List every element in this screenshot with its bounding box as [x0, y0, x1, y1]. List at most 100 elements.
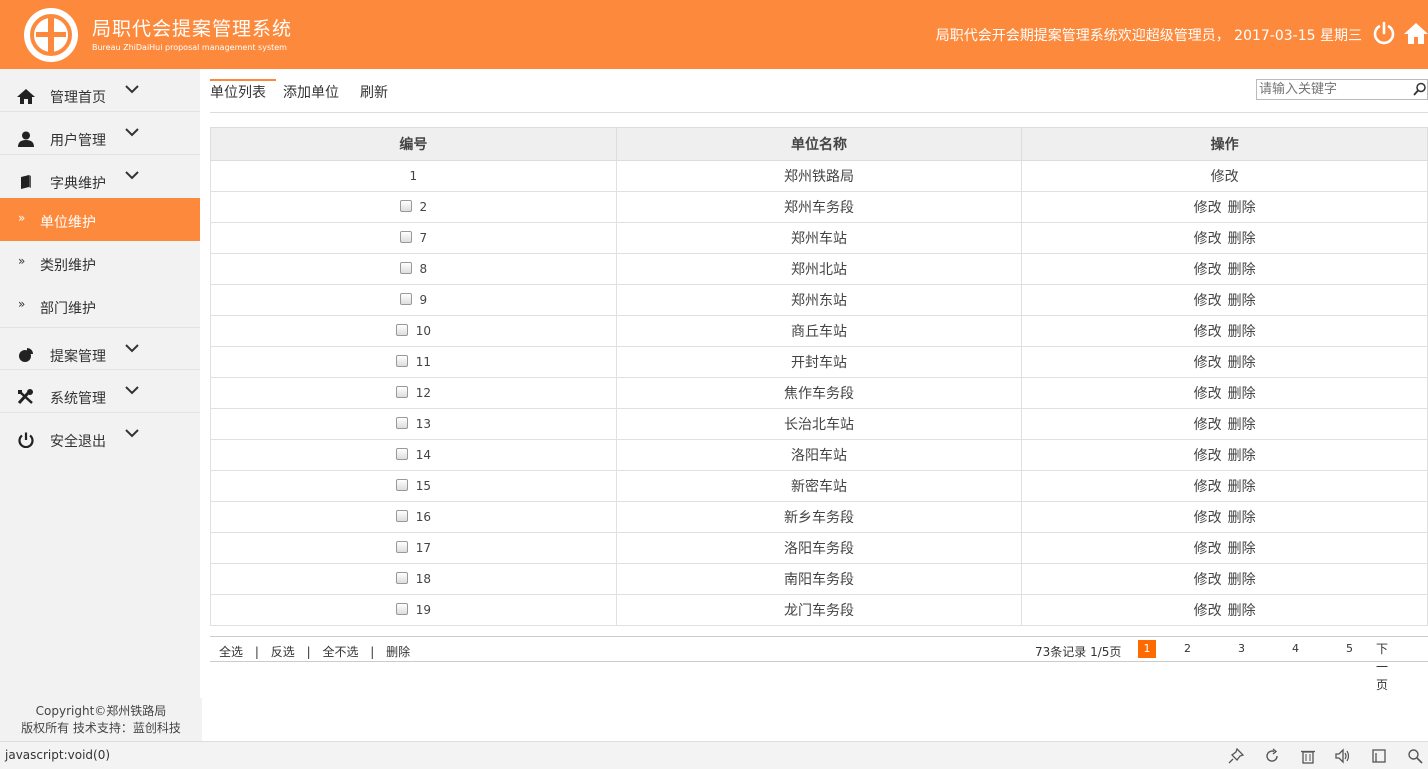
cell-unit-name: 洛阳车务段 [615, 532, 1023, 564]
delete-link[interactable]: 删除 [1228, 510, 1256, 526]
bulk-delete-link[interactable]: 删除 [386, 645, 410, 659]
delete-link[interactable]: 删除 [1228, 355, 1256, 371]
delete-link[interactable]: 删除 [1228, 417, 1256, 433]
edit-link[interactable]: 修改 [1194, 200, 1222, 216]
edit-link[interactable]: 修改 [1194, 262, 1222, 278]
row-checkbox[interactable] [395, 541, 408, 553]
search-input[interactable] [1257, 80, 1407, 99]
cell-id: 13 [210, 408, 617, 440]
delete-link[interactable]: 删除 [1228, 479, 1256, 495]
window-icon[interactable] [1371, 748, 1387, 764]
row-checkbox[interactable] [395, 603, 408, 615]
row-checkbox[interactable] [395, 572, 408, 584]
page-1-button[interactable]: 1 [1138, 640, 1156, 658]
table-row: 1 郑州铁路局 修改 [210, 160, 1428, 192]
search-icon[interactable] [1413, 82, 1427, 96]
edit-link[interactable]: 修改 [1194, 603, 1222, 619]
separator: | [254, 645, 259, 659]
status-bar: javascript:void(0) [0, 741, 1428, 769]
delete-link[interactable]: 删除 [1228, 603, 1256, 619]
cell-id: 1 [210, 160, 617, 192]
pin-icon[interactable] [1228, 748, 1244, 764]
cell-unit-name: 商丘车站 [615, 315, 1023, 347]
cell-unit-name: 新密车站 [615, 470, 1023, 502]
row-checkbox[interactable] [399, 231, 412, 243]
cell-id: 9 [210, 284, 617, 316]
sidebar-item-dictionary[interactable]: 字典维护 [0, 155, 200, 198]
cell-actions: 修改 删除 [1021, 594, 1428, 626]
column-header-id: 编号 [210, 127, 617, 161]
next-page-button[interactable]: 下一页 [1376, 640, 1388, 692]
cell-actions: 修改 删除 [1021, 470, 1428, 502]
tab-unit-list[interactable]: 单位列表 [210, 79, 276, 102]
edit-link[interactable]: 修改 [1194, 355, 1222, 371]
delete-link[interactable]: 删除 [1228, 200, 1256, 216]
sidebar-item-home[interactable]: 管理首页 [0, 69, 200, 112]
edit-link[interactable]: 修改 [1194, 479, 1222, 495]
edit-link[interactable]: 修改 [1194, 448, 1222, 464]
page-4-button[interactable]: 4 [1292, 640, 1299, 658]
sidebar-subitem-department[interactable]: » 部门维护 [0, 284, 200, 327]
edit-link[interactable]: 修改 [1194, 510, 1222, 526]
page-3-button[interactable]: 3 [1238, 640, 1245, 658]
edit-link[interactable]: 修改 [1194, 541, 1222, 557]
delete-link[interactable]: 删除 [1228, 324, 1256, 340]
delete-link[interactable]: 删除 [1228, 448, 1256, 464]
delete-link[interactable]: 删除 [1228, 386, 1256, 402]
delete-link[interactable]: 删除 [1228, 541, 1256, 557]
edit-link[interactable]: 修改 [1194, 572, 1222, 588]
sidebar-item-label: 用户管理 [50, 133, 106, 149]
row-checkbox[interactable] [395, 417, 408, 429]
edit-link[interactable]: 修改 [1211, 169, 1239, 185]
cell-actions: 修改 删除 [1021, 284, 1428, 316]
edit-link[interactable]: 修改 [1194, 417, 1222, 433]
select-none-link[interactable]: 全不选 [322, 645, 358, 659]
sidebar-item-logout[interactable]: 安全退出 [0, 413, 200, 456]
cell-actions: 修改 删除 [1021, 501, 1428, 533]
cell-unit-name: 郑州车务段 [615, 191, 1023, 223]
row-checkbox[interactable] [395, 479, 408, 491]
refresh-button[interactable]: 刷新 [360, 79, 388, 102]
trash-icon[interactable] [1300, 748, 1316, 764]
edit-link[interactable]: 修改 [1194, 231, 1222, 247]
select-all-link[interactable]: 全选 [219, 645, 243, 659]
delete-link[interactable]: 删除 [1228, 262, 1256, 278]
home-icon[interactable] [1404, 21, 1428, 45]
table-header-row: 编号 单位名称 操作 [210, 127, 1428, 161]
sidebar-item-proposals[interactable]: 提案管理 [0, 327, 200, 370]
sidebar-subitem-label: 单位维护 [40, 215, 96, 231]
row-id: 11 [415, 355, 431, 369]
delete-link[interactable]: 删除 [1228, 231, 1256, 247]
sidebar-subitem-category[interactable]: » 类别维护 [0, 241, 200, 284]
row-checkbox[interactable] [395, 355, 408, 367]
row-checkbox[interactable] [395, 510, 408, 522]
delete-link[interactable]: 删除 [1228, 293, 1256, 309]
edit-link[interactable]: 修改 [1194, 324, 1222, 340]
cell-actions: 修改 删除 [1021, 439, 1428, 471]
sidebar-subitem-unit[interactable]: » 单位维护 [0, 198, 200, 241]
row-checkbox[interactable] [399, 293, 412, 305]
cell-unit-name: 郑州铁路局 [615, 160, 1023, 192]
row-checkbox[interactable] [395, 324, 408, 336]
sidebar-subitem-label: 部门维护 [40, 301, 96, 317]
page-5-button[interactable]: 5 [1346, 640, 1353, 658]
refresh-icon[interactable] [1264, 748, 1280, 764]
row-checkbox[interactable] [399, 262, 412, 274]
tab-add-unit[interactable]: 添加单位 [283, 79, 339, 102]
delete-link[interactable]: 删除 [1228, 572, 1256, 588]
sidebar-item-users[interactable]: 用户管理 [0, 112, 200, 155]
page-2-button[interactable]: 2 [1184, 640, 1191, 658]
zoom-icon[interactable] [1407, 748, 1423, 764]
sidebar-item-system[interactable]: 系统管理 [0, 370, 200, 413]
row-checkbox[interactable] [399, 200, 412, 212]
row-checkbox[interactable] [395, 448, 408, 460]
sound-icon[interactable] [1335, 748, 1351, 764]
invert-selection-link[interactable]: 反选 [271, 645, 295, 659]
sidebar-item-label: 安全退出 [50, 434, 106, 450]
power-icon[interactable] [1372, 21, 1396, 45]
edit-link[interactable]: 修改 [1194, 386, 1222, 402]
edit-link[interactable]: 修改 [1194, 293, 1222, 309]
row-checkbox[interactable] [395, 386, 408, 398]
home-icon [17, 89, 35, 104]
copyright: Copyright©郑州铁路局 版权所有 技术支持：蓝创科技 [0, 698, 202, 741]
